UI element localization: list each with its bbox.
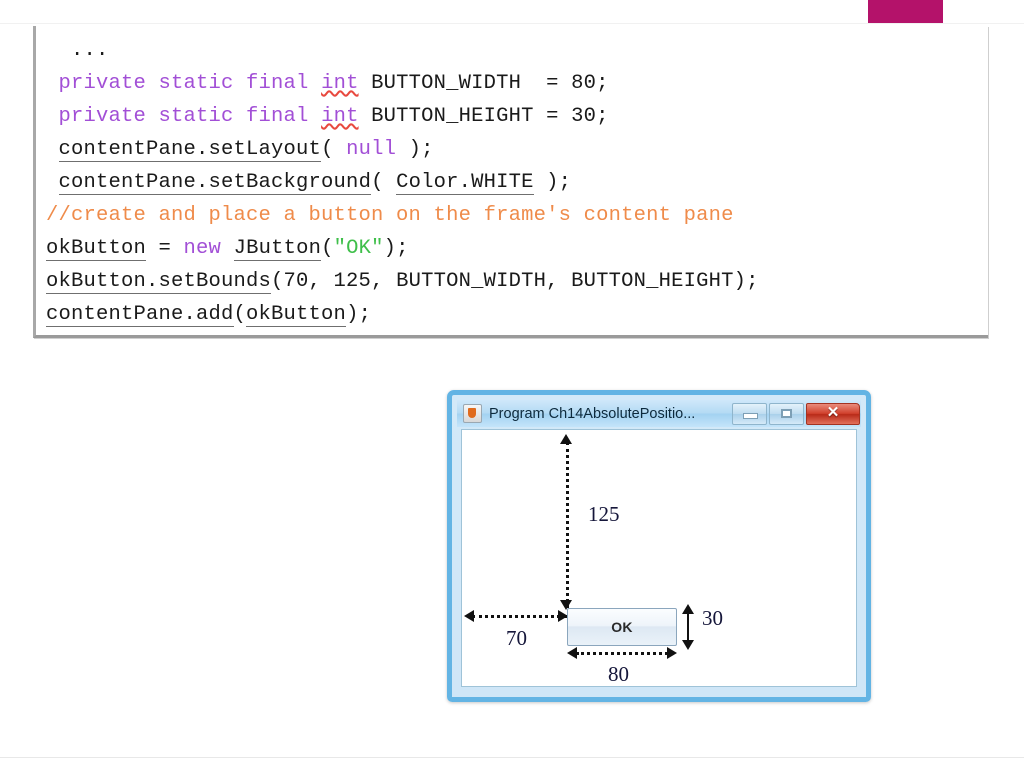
dim-30-arrow-bottom-icon: [682, 640, 694, 650]
code-token: okButton: [46, 237, 147, 261]
code-token: ...: [46, 39, 109, 62]
dim-80-line: [576, 652, 668, 655]
code-token: contentPane.add: [46, 303, 234, 327]
window-title-bar[interactable]: Program Ch14AbsolutePositio... ✕: [457, 400, 861, 427]
code-token: (: [233, 303, 247, 326]
code-token: );: [346, 303, 372, 326]
close-icon: ✕: [826, 403, 840, 421]
dim-70-line: [472, 615, 567, 618]
dim-125-line: [566, 442, 569, 608]
close-button[interactable]: ✕: [806, 402, 860, 425]
code-line: okButton.setBounds(70, 125, BUTTON_WIDTH…: [46, 265, 759, 298]
code-token: (70, 125, BUTTON_WIDTH, BUTTON_HEIGHT);: [271, 270, 759, 293]
code-token: okButton: [246, 303, 347, 327]
code-line: contentPane.setBackground( Color.WHITE )…: [46, 166, 759, 199]
bottom-divider: [0, 757, 1024, 758]
dim-70-label: 70: [506, 626, 527, 650]
code-line: private static final int BUTTON_HEIGHT =…: [46, 100, 759, 133]
code-token: (: [321, 237, 334, 260]
content-pane: 125 70 OK 80 30: [461, 429, 857, 687]
window-controls: ✕: [730, 402, 860, 425]
code-token: BUTTON_HEIGHT = 30;: [358, 105, 609, 128]
dim-80-arrow-right-icon: [667, 647, 677, 659]
code-line: //create and place a button on the frame…: [46, 199, 759, 232]
code-token: );: [396, 138, 434, 161]
code-token: okButton.setBounds: [46, 270, 272, 294]
code-line: okButton = new JButton("OK");: [46, 232, 759, 265]
minimize-button[interactable]: [732, 402, 767, 425]
window-title-text: Program Ch14AbsolutePositio...: [489, 405, 696, 422]
code-token: new: [183, 237, 222, 260]
code-snippet-block: ... private static final int BUTTON_WIDT…: [33, 26, 988, 338]
code-line: private static final int BUTTON_WIDTH = …: [46, 67, 759, 100]
code-token: contentPane.setLayout: [58, 138, 322, 162]
code-token: //create and place a button on the frame…: [46, 204, 734, 227]
dim-80-label: 80: [608, 662, 629, 686]
swing-window-diagram: Program Ch14AbsolutePositio... ✕ 125 70: [447, 390, 871, 702]
code-lines-container: ... private static final int BUTTON_WIDT…: [36, 26, 759, 331]
code-token: private static final: [58, 72, 322, 95]
maximize-button[interactable]: [769, 402, 804, 425]
code-token: (: [321, 138, 347, 161]
code-token: BUTTON_WIDTH = 80;: [358, 72, 609, 95]
ok-button[interactable]: OK: [567, 608, 677, 646]
top-divider: [0, 23, 1024, 24]
dim-125-label: 125: [588, 502, 620, 526]
code-token: int: [321, 105, 359, 128]
code-token: private static final: [58, 105, 322, 128]
ok-button-label: OK: [611, 619, 633, 635]
code-line: contentPane.setLayout( null );: [46, 133, 759, 166]
code-token: int: [321, 72, 359, 95]
java-coffee-cup-icon: [463, 404, 482, 423]
dim-30-label: 30: [702, 606, 723, 630]
code-token: JButton: [233, 237, 322, 261]
code-token: null: [346, 138, 397, 161]
code-token: "OK": [333, 237, 384, 260]
code-line: contentPane.add(okButton);: [46, 298, 759, 331]
code-token: Color.WHITE: [396, 171, 534, 195]
code-token: (: [371, 171, 397, 194]
window-frame: Program Ch14AbsolutePositio... ✕ 125 70: [447, 390, 871, 702]
code-token: contentPane.setBackground: [58, 171, 372, 195]
code-line: ...: [46, 34, 759, 67]
slide-accent-bar: [868, 0, 943, 23]
code-token: =: [146, 237, 184, 260]
code-token: );: [533, 171, 572, 194]
code-token: );: [383, 237, 409, 260]
